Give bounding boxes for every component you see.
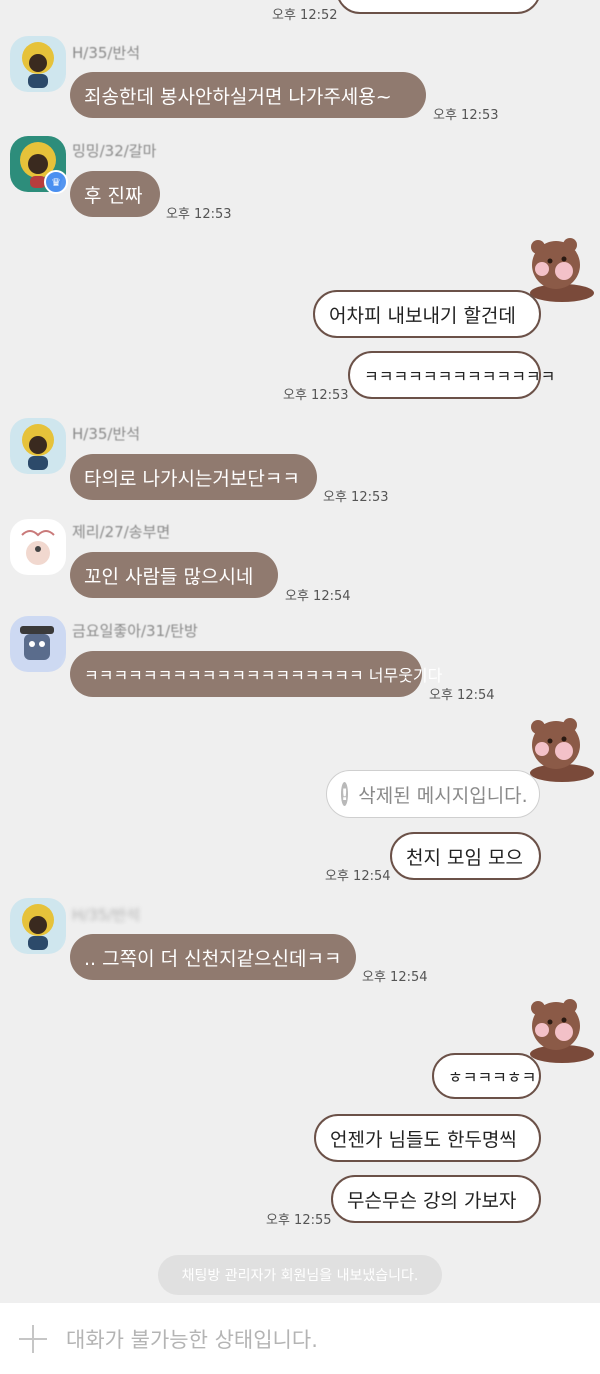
avatar[interactable] <box>10 36 66 92</box>
message-text: 무슨무슨 강의 가보자 <box>347 1189 517 1212</box>
avatar[interactable] <box>10 898 66 954</box>
sender-name: H/35/반석 <box>72 425 141 443</box>
chat-area[interactable]: 오후 12:52 H/35/반석 죄송한데 봉사안하실거면 나가주세용~ 오후 … <box>0 0 600 1303</box>
system-notice: 채팅방 관리자가 회원님을 내보냈습니다. <box>158 1255 442 1295</box>
sender-name: H/35/반석 <box>72 906 141 924</box>
message-time: 오후 12:54 <box>362 970 428 985</box>
message-bubble[interactable]: ㅎㅋㅋㅋㅎㅋ <box>432 1053 541 1099</box>
input-bar: 대화가 불가능한 상태입니다. <box>0 1303 600 1374</box>
message-bubble[interactable]: 언젠가 님들도 한두명씩 <box>314 1114 541 1162</box>
message-bubble[interactable]: ㅋㅋㅋㅋㅋㅋㅋㅋㅋㅋㅋㅋㅋㅋㅋㅋㅋㅋㅋ 너무웃기다 <box>60 641 444 707</box>
message-bubble[interactable]: 천지 모임 모으 <box>390 832 541 880</box>
message-bubble[interactable]: 후 진짜 <box>60 161 182 227</box>
message-time: 오후 12:53 <box>283 388 349 403</box>
message-text: 타의로 나가시는거보단ㅋㅋ <box>84 467 300 490</box>
message-text: 어차피 내보내기 할건데 <box>329 304 516 327</box>
avatar[interactable] <box>10 418 66 474</box>
message-time: 오후 12:54 <box>285 589 351 604</box>
message-text: 삭제된 메시지입니다. <box>358 784 528 807</box>
message-time: 오후 12:55 <box>266 1213 332 1228</box>
message-bubble[interactable]: 어차피 내보내기 할건데 <box>313 290 541 338</box>
bear-sticker-icon <box>530 718 594 782</box>
message-time: 오후 12:53 <box>433 108 499 123</box>
message-text: 후 진짜 <box>84 184 143 207</box>
message-text: 꼬인 사람들 많으시네 <box>84 565 254 588</box>
crown-badge-icon: ♛ <box>44 170 68 194</box>
message-text: ㅋㅋㅋㅋㅋㅋㅋㅋㅋㅋㅋㅋㅋㅋㅋㅋㅋㅋㅋ 너무웃기다 <box>84 666 443 685</box>
message-text: 언젠가 님들도 한두명씩 <box>330 1128 517 1151</box>
sender-name: 밍밍/32/갈마 <box>72 142 157 160</box>
avatar[interactable] <box>10 519 66 575</box>
message-time: 오후 12:53 <box>166 207 232 222</box>
message-time: 오후 12:54 <box>429 688 495 703</box>
message-time: 오후 12:53 <box>323 490 389 505</box>
message-bubble-cut <box>336 0 541 14</box>
message-time: 오후 12:52 <box>272 8 338 23</box>
message-text: ㅎㅋㅋㅋㅎㅋ <box>448 1068 537 1087</box>
message-bubble[interactable]: 꼬인 사람들 많으시네 <box>60 542 300 608</box>
message-text: ㅋㅋㅋㅋㅋㅋㅋㅋㅋㅋㅋㅋㅋ <box>364 367 556 386</box>
message-bubble[interactable]: ㅋㅋㅋㅋㅋㅋㅋㅋㅋㅋㅋㅋㅋ <box>348 351 555 399</box>
message-bubble[interactable]: 타의로 나가시는거보단ㅋㅋ <box>60 444 339 510</box>
bear-sticker-icon <box>530 238 594 302</box>
message-bubble[interactable]: 무슨무슨 강의 가보자 <box>331 1175 541 1223</box>
input-placeholder: 대화가 불가능한 상태입니다. <box>66 1327 318 1352</box>
message-bubble[interactable]: .. 그쪽이 더 신천지같으신데ㅋㅋ <box>60 924 378 990</box>
deleted-message-bubble: ! 삭제된 메시지입니다. <box>326 770 540 818</box>
bear-sticker-icon <box>530 999 594 1063</box>
plus-icon[interactable] <box>16 1322 50 1356</box>
message-time: 오후 12:54 <box>325 869 391 884</box>
warning-icon: ! <box>341 782 349 806</box>
message-text: .. 그쪽이 더 신천지같으신데ㅋㅋ <box>84 947 342 970</box>
message-bubble[interactable]: 죄송한데 봉사안하실거면 나가주세용~ <box>60 62 448 128</box>
sender-name: 제리/27/송부면 <box>72 523 171 541</box>
sender-name: 금요일좋아/31/탄방 <box>72 622 198 640</box>
message-text: 천지 모임 모으 <box>406 846 523 869</box>
sender-name: H/35/반석 <box>72 44 141 62</box>
message-text: 죄송한데 봉사안하실거면 나가주세용~ <box>84 85 392 108</box>
avatar[interactable] <box>10 616 66 672</box>
